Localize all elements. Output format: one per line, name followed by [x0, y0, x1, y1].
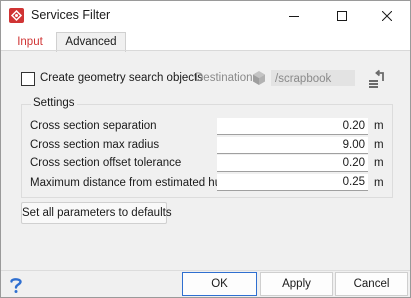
- param-unit: m: [374, 139, 384, 151]
- pick-destination-icon[interactable]: [366, 69, 388, 91]
- close-icon: [382, 11, 392, 21]
- tab-input[interactable]: Input: [9, 33, 51, 51]
- offset-tolerance-input[interactable]: 0.20: [217, 155, 368, 172]
- separation-input[interactable]: 0.20: [217, 118, 368, 135]
- destination-label: Destination: [195, 72, 253, 84]
- settings-group-title: Settings: [31, 97, 77, 109]
- param-label-separation: Cross section separation: [30, 120, 157, 132]
- app-icon: [9, 8, 24, 23]
- geometry-search-checkbox[interactable]: [21, 72, 35, 86]
- ok-button[interactable]: OK: [182, 272, 257, 296]
- param-unit: m: [374, 157, 384, 169]
- param-unit: m: [374, 120, 384, 132]
- minimize-icon: [289, 16, 299, 17]
- set-defaults-button[interactable]: Set all parameters to defaults: [21, 202, 172, 224]
- tab-divider: [1, 50, 410, 51]
- cube-icon: [253, 71, 265, 85]
- max-radius-input[interactable]: 9.00: [217, 137, 368, 154]
- param-label-max-radius: Cross section max radius: [30, 139, 160, 151]
- close-button[interactable]: [364, 1, 410, 31]
- apply-button[interactable]: Apply: [260, 272, 333, 296]
- maximize-icon: [337, 11, 347, 21]
- geometry-search-label[interactable]: Create geometry search objects: [40, 72, 203, 84]
- destination-field[interactable]: /scrapbook: [271, 70, 355, 86]
- window-title: Services Filter: [31, 8, 111, 22]
- help-icon[interactable]: [8, 276, 24, 294]
- param-label-max-distance: Maximum distance from estimated hull: [30, 177, 227, 189]
- title-bar[interactable]: Services Filter: [1, 1, 410, 31]
- param-unit: m: [374, 177, 384, 189]
- maximize-button[interactable]: [319, 1, 365, 31]
- tab-advanced[interactable]: Advanced: [56, 32, 126, 52]
- minimize-button[interactable]: [271, 1, 317, 31]
- cancel-button[interactable]: Cancel: [335, 272, 408, 296]
- services-filter-window: Services Filter Input Advanced Create ge…: [0, 0, 411, 298]
- max-distance-input[interactable]: 0.25: [217, 174, 368, 191]
- param-label-offset-tolerance: Cross section offset tolerance: [30, 157, 182, 169]
